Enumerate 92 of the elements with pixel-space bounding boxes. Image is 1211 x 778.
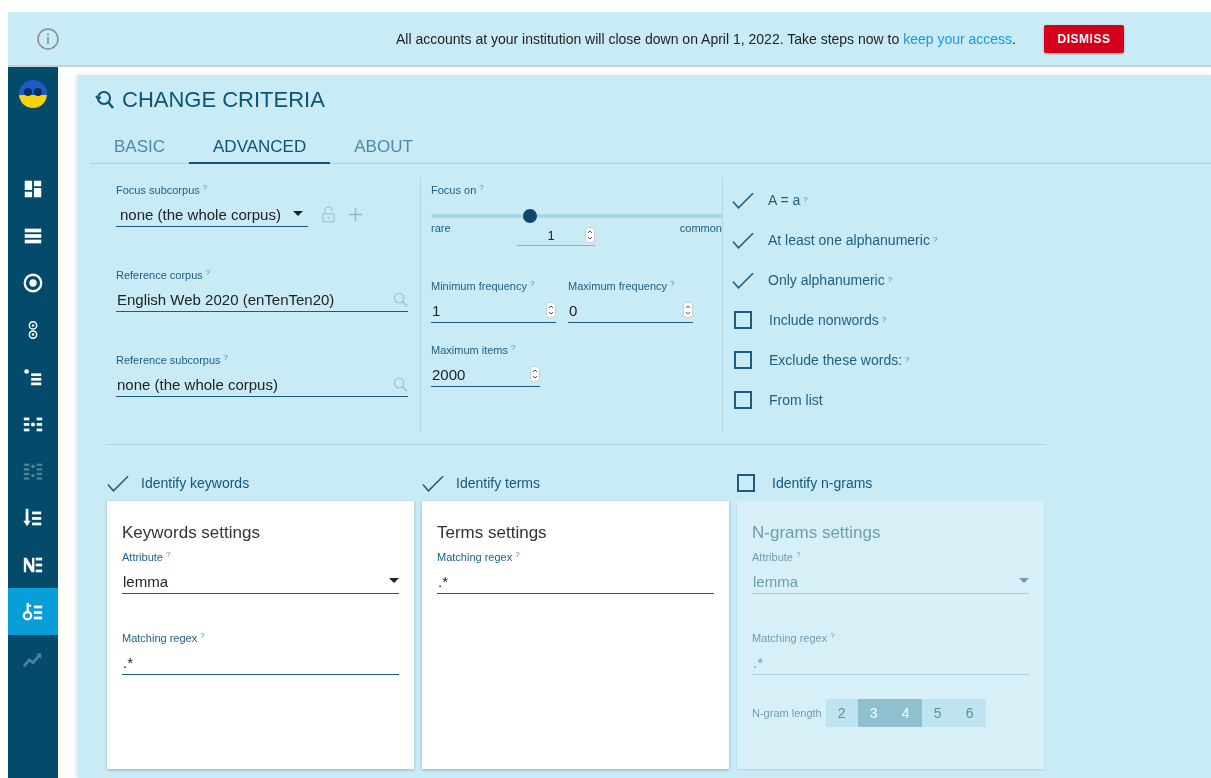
help-mark[interactable]: ? xyxy=(205,269,211,277)
length-option[interactable]: 6 xyxy=(953,699,986,727)
section-label: Identify keywords xyxy=(141,475,250,491)
checkmark-icon[interactable] xyxy=(732,191,754,209)
search-icon xyxy=(393,376,408,392)
option-label: At least one alphanumeric xyxy=(768,232,930,248)
input-field[interactable]: .* xyxy=(437,569,714,594)
field-label: Focus on xyxy=(431,184,477,196)
length-option[interactable]: 4 xyxy=(889,699,922,727)
help-mark[interactable]: ? xyxy=(795,551,801,559)
input-field[interactable]: .* xyxy=(752,650,1029,675)
checkbox[interactable] xyxy=(734,351,752,369)
help-mark[interactable]: ? xyxy=(932,236,938,244)
input-field[interactable]: English Web 2020 (enTenTen20) xyxy=(116,287,408,312)
input-field[interactable]: .* xyxy=(122,650,399,675)
checkmark-icon[interactable] xyxy=(422,474,444,492)
banner-message: All accounts at your institution will close down on April 1, 2022. Take steps now to keep your access. xyxy=(396,30,1016,47)
target-icon xyxy=(22,271,44,294)
spinner-icon[interactable] xyxy=(585,227,596,243)
caret-icon xyxy=(293,211,303,217)
spinner-icon[interactable] xyxy=(530,366,540,382)
field-label: Matching regex xyxy=(752,632,828,644)
checkbox[interactable] xyxy=(734,311,752,329)
spinner-icon[interactable] xyxy=(683,302,693,318)
length-option[interactable]: 2 xyxy=(825,699,858,727)
checkmark-icon[interactable] xyxy=(732,271,754,289)
caret-icon xyxy=(389,578,399,584)
help-mark[interactable]: ? xyxy=(887,276,893,284)
spinner-icon[interactable] xyxy=(546,302,556,318)
help-mark[interactable]: ? xyxy=(670,280,675,288)
search-icon xyxy=(92,89,114,111)
info-icon xyxy=(37,27,59,50)
field-label: Maximum frequency xyxy=(568,280,668,292)
help-mark[interactable]: ? xyxy=(165,551,171,559)
option-label: A = a xyxy=(768,192,801,208)
card-title: Terms settings xyxy=(437,523,548,543)
field-label: Matching regex xyxy=(437,551,513,563)
option-label: From list xyxy=(769,392,823,408)
length-option[interactable]: 3 xyxy=(857,699,890,727)
slider-max-label: common xyxy=(679,222,722,234)
search-icon xyxy=(393,291,408,307)
help-mark[interactable]: ? xyxy=(200,632,205,640)
section-label: Identify n-grams xyxy=(772,475,873,491)
field-label: Matching regex xyxy=(122,632,198,644)
checkmark-icon[interactable] xyxy=(732,231,754,249)
panel-title: CHANGE CRITERIA xyxy=(122,87,325,113)
help-mark[interactable]: ? xyxy=(202,184,208,192)
key-list-icon xyxy=(22,600,44,623)
help-mark[interactable]: ? xyxy=(515,551,520,559)
input-field[interactable]: 1 xyxy=(431,298,556,323)
help-mark[interactable]: ? xyxy=(223,354,228,362)
option-label: Include nonwords xyxy=(769,312,879,328)
help-mark[interactable]: ? xyxy=(511,344,516,352)
select-field[interactable]: lemma xyxy=(122,569,399,594)
slider-thumb[interactable] xyxy=(522,209,537,223)
field-label: N-gram length xyxy=(752,707,822,719)
field-label: Minimum frequency xyxy=(431,280,527,292)
section-label: Identify terms xyxy=(456,475,541,491)
field-label: Attribute xyxy=(752,551,793,563)
slider-min-label: rare xyxy=(431,222,451,234)
option-label: Only alphanumeric xyxy=(768,272,885,288)
field-label: Focus subcorpus xyxy=(116,184,200,196)
field-label: Maximum items xyxy=(431,344,508,356)
field-label: Reference subcorpus xyxy=(116,354,221,366)
help-mark[interactable]: ? xyxy=(905,356,910,364)
select-field[interactable]: lemma xyxy=(752,569,1029,594)
dismiss-button[interactable]: DISMISS xyxy=(1044,24,1124,53)
input-field[interactable]: 2000 xyxy=(431,362,540,387)
caret-icon xyxy=(1019,578,1029,584)
input-field[interactable]: 1 xyxy=(517,225,596,246)
help-mark[interactable]: ? xyxy=(830,632,835,640)
tab[interactable]: ADVANCED xyxy=(189,133,331,164)
field-label: Attribute xyxy=(122,551,163,563)
help-mark[interactable]: ? xyxy=(530,280,535,288)
card-title: Keywords settings xyxy=(122,523,261,543)
checkmark-icon[interactable] xyxy=(107,474,129,492)
help-mark[interactable]: ? xyxy=(803,196,808,204)
tab[interactable]: BASIC xyxy=(90,133,190,164)
logo-icon[interactable] xyxy=(18,79,48,109)
input-field[interactable]: 0 xyxy=(568,298,693,323)
help-mark[interactable]: ? xyxy=(479,184,484,192)
sort-list-icon xyxy=(22,506,44,529)
option-label: Exclude these words: xyxy=(769,352,903,368)
field-label: Reference corpus xyxy=(116,269,203,281)
checkbox[interactable] xyxy=(734,391,752,409)
tab[interactable]: ABOUT xyxy=(330,133,437,164)
input-field[interactable]: none (the whole corpus) xyxy=(116,372,408,397)
select-field[interactable]: none (the whole corpus) xyxy=(116,202,308,227)
checkbox[interactable] xyxy=(737,474,755,492)
length-option[interactable]: 5 xyxy=(921,699,954,727)
card-title: N-grams settings xyxy=(752,523,882,543)
help-mark[interactable]: ? xyxy=(881,316,887,324)
